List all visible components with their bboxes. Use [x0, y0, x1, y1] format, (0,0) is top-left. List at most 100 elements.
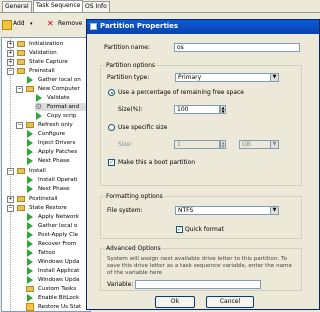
quick-format-label: Quick format: [185, 226, 224, 233]
tree-item-label: State Capture: [29, 59, 68, 65]
remove-icon: ✕: [47, 19, 54, 28]
step-icon: [27, 258, 33, 266]
chevron-down-icon: ▼: [270, 141, 278, 148]
tree-item-label: Initialization: [29, 41, 64, 47]
collapse-icon[interactable]: −: [7, 168, 14, 175]
partition-options-title: Partition options: [105, 61, 157, 70]
expand-icon[interactable]: +: [7, 59, 14, 66]
step-icon: [27, 240, 33, 248]
tree-item-label: Install Applicat: [38, 268, 80, 274]
folder-icon: [17, 68, 25, 74]
collapse-icon[interactable]: −: [7, 68, 14, 75]
tree-item-label: Recover From: [38, 241, 77, 247]
expand-icon[interactable]: +: [7, 196, 14, 203]
advanced-options-title: Advanced Options: [105, 244, 162, 253]
tree-item-label: Tattoo: [38, 250, 56, 256]
tree-item-format-and[interactable]: ⚙ Format and: [35, 103, 89, 111]
partition-type-value: Primary: [178, 74, 202, 81]
tab-task-sequence[interactable]: Task Sequence: [33, 0, 84, 12]
folder-icon: [17, 196, 25, 202]
use-specific-size-radio[interactable]: [108, 124, 115, 131]
tree-item-label: Refresh only: [38, 122, 73, 128]
step-icon: [27, 222, 33, 230]
tree-item-label: Validation: [29, 50, 57, 56]
add-label: Add: [13, 20, 25, 27]
collapse-icon[interactable]: −: [16, 122, 23, 129]
size-spinner[interactable]: ▲ ▼: [220, 140, 226, 149]
size-label: Size:: [118, 141, 133, 148]
step-icon: [27, 130, 33, 138]
tree-item-label: New Computer: [38, 86, 80, 92]
folder-icon: [17, 50, 25, 56]
size-unit-select[interactable]: GB ▼: [239, 140, 279, 149]
tree-item-label: Enable BitLock: [38, 295, 80, 301]
folder-icon: [17, 205, 25, 211]
file-system-value: NTFS: [178, 207, 194, 214]
step-icon: [27, 249, 33, 257]
tree-item-label: Format and: [47, 104, 80, 110]
folder-icon: [17, 59, 25, 65]
collapse-icon[interactable]: −: [7, 205, 14, 212]
chevron-down-icon: ▼: [270, 207, 278, 214]
file-system-label: File system:: [107, 207, 143, 214]
use-percentage-radio[interactable]: [108, 89, 115, 96]
advanced-options-description: System will assign next available drive …: [107, 256, 292, 276]
step-icon: [27, 276, 33, 284]
folder-icon: [26, 86, 34, 92]
step-icon: [27, 213, 33, 221]
use-percentage-label: Use a percentage of remaining free space: [118, 89, 244, 96]
folder-icon: [26, 286, 34, 292]
folder-icon: [17, 41, 25, 47]
partition-type-select[interactable]: Primary ▼: [175, 73, 279, 82]
step-icon: [27, 76, 33, 84]
tab-general[interactable]: General: [2, 1, 32, 12]
quick-format-checkbox[interactable]: ✓: [176, 226, 183, 233]
size-percent-spinner[interactable]: ▲ ▼: [220, 105, 226, 114]
task-sequence-tree[interactable]: + Initialization + Validation + State Ca…: [1, 37, 91, 312]
add-icon: [2, 20, 12, 30]
folder-icon: [26, 122, 34, 128]
step-icon: [27, 139, 33, 147]
tree-item-label: State Restore: [29, 205, 67, 211]
expand-icon[interactable]: +: [7, 41, 14, 48]
size-field[interactable]: 1: [174, 140, 220, 149]
main-tab-strip: General Task Sequence OS Info: [0, 0, 320, 13]
tree-item-label: Install Operati: [38, 177, 78, 183]
expand-icon[interactable]: +: [7, 50, 14, 57]
dialog-titlebar[interactable]: Partition Properties: [87, 20, 319, 34]
tree-item-label: Apply Network: [38, 214, 79, 220]
tree-item-label: Postinstall: [29, 196, 58, 202]
boot-partition-label: Make this a boot partition: [118, 159, 196, 166]
tree-item-label: Next Phase: [38, 158, 70, 164]
partition-name-field[interactable]: os: [174, 43, 300, 52]
remove-label: Remove: [58, 20, 83, 27]
size-percent-label: Size(%):: [118, 106, 143, 113]
formatting-options-title: Formatting options: [105, 192, 164, 201]
window-icon: [90, 23, 97, 30]
variable-label: Variable:: [107, 281, 134, 288]
size-percent-field[interactable]: 100: [174, 105, 220, 114]
variable-field[interactable]: [135, 280, 261, 289]
task-sequence-toolbar: Add ▾ ✕ Remove: [0, 13, 92, 35]
partition-name-label: Partition name:: [104, 44, 150, 51]
dialog-title: Partition Properties: [100, 22, 179, 30]
step-icon: [36, 112, 42, 120]
use-specific-size-label: Use specific size: [118, 124, 168, 131]
remove-button[interactable]: ✕ Remove: [47, 19, 82, 29]
tab-os-info[interactable]: OS Info: [82, 1, 110, 12]
step-icon: [27, 267, 33, 275]
step-icon: [27, 231, 33, 239]
tree-item-label: Validate: [47, 95, 70, 101]
ok-button[interactable]: Ok: [155, 296, 195, 308]
tree-item-label: Custom Tasks: [38, 286, 77, 292]
tree-item-label: Apply Patches: [38, 149, 78, 155]
file-system-select[interactable]: NTFS ▼: [175, 206, 279, 215]
boot-partition-checkbox[interactable]: ✓: [108, 159, 115, 166]
step-icon: [27, 157, 33, 165]
collapse-icon[interactable]: −: [16, 86, 23, 93]
cancel-button[interactable]: Cancel: [206, 296, 254, 308]
tree-item-label: Install: [29, 168, 46, 174]
tree-item-label: Windows Upda: [38, 277, 80, 283]
step-icon: [36, 94, 42, 102]
step-icon: [27, 294, 33, 302]
